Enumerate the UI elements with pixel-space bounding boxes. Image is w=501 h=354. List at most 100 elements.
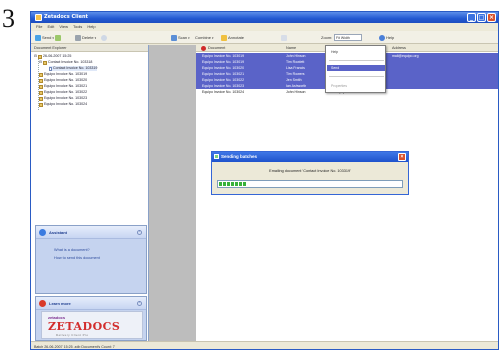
collapse-learn-button[interactable]: ⌃	[137, 301, 142, 306]
scan-label: Scan	[178, 35, 188, 40]
close-button[interactable]: ×	[487, 13, 496, 22]
menu-view[interactable]: View	[59, 23, 68, 31]
scan-button[interactable]: Scan ▾	[171, 33, 190, 42]
status-bar: Batch 26-06-2007 15:25 .zdb Document's C…	[31, 341, 498, 349]
tree-label: Equipo Invoice No. 103020	[44, 78, 88, 82]
chevron-down-icon: ▾	[94, 35, 97, 40]
table-cell-doc: Equipo Invoice No. 103024	[202, 90, 245, 94]
tree-label: Contact Invoice No. 103318	[48, 60, 93, 64]
zoom-label: Zoom:	[321, 35, 333, 40]
delete-label: Delete	[82, 35, 94, 40]
progress-fill	[219, 182, 247, 186]
folder-icon	[39, 96, 43, 101]
assistant-title: Assistant	[49, 230, 68, 235]
assistant-icon	[39, 229, 46, 236]
tree-label: 26-06-2007 15:25	[43, 54, 72, 58]
tree-label: Equipo Invoice No. 103024	[44, 102, 88, 106]
dialog-close-button[interactable]: ×	[398, 153, 406, 161]
explorer-header: Document Explorer	[31, 45, 148, 52]
delete-button[interactable]: Delete ▾	[75, 33, 96, 42]
help-icon	[379, 34, 385, 41]
send-icon	[214, 154, 219, 159]
app-icon	[35, 14, 42, 21]
tree-item[interactable]: Equipo Invoice No. 103021	[39, 84, 87, 89]
column-address[interactable]: Address	[392, 45, 406, 52]
learn-more-panel: Learn more ⌃ zetadocs ZETADOCS Delivery …	[35, 296, 147, 341]
menu-separator	[329, 60, 384, 61]
assistant-panel: Assistant ⌃ What is a document? How to s…	[35, 225, 147, 294]
title-bar[interactable]: Zetadocs Client _ □ ×	[31, 12, 498, 23]
dialog-title: Sending batches	[221, 154, 258, 159]
chevron-down-icon: ▾	[212, 35, 214, 40]
app-window: Zetadocs Client _ □ × File Edit View Too…	[30, 11, 499, 350]
help-button[interactable]: Help	[379, 33, 394, 42]
folder-icon	[43, 60, 48, 65]
menu-bar: File Edit View Tools Help	[31, 23, 498, 31]
menu-item-help[interactable]: Help	[331, 50, 338, 54]
tree-item[interactable]: Equipo Invoice No. 103019	[39, 72, 87, 77]
maximize-button[interactable]: □	[477, 13, 486, 22]
help-label: Help	[386, 35, 395, 40]
new-button[interactable]	[55, 33, 61, 42]
toolbar: Send ▾ Delete ▾ Scan ▾ Combine ▾ Annotat…	[31, 31, 498, 44]
menu-tools[interactable]: Tools	[73, 23, 82, 31]
zetadocs-logo[interactable]: zetadocs ZETADOCS Delivery Client Pro	[41, 311, 143, 339]
page-icon	[281, 34, 287, 41]
dialog-title-bar[interactable]: Sending batches ×	[212, 152, 408, 162]
page-button[interactable]	[281, 33, 287, 42]
logo-tagline: Delivery Client Pro	[56, 333, 89, 337]
learn-more-header[interactable]: Learn more	[36, 297, 146, 310]
send-label: Send	[42, 35, 52, 40]
send-icon	[35, 34, 41, 41]
tree-label: Equipo Invoice No. 103019	[44, 72, 88, 76]
logo-main-text: ZETADOCS	[48, 320, 121, 333]
menu-edit[interactable]: Edit	[47, 23, 54, 31]
tree-label: Contact Invoice No. 103319	[53, 66, 98, 70]
refresh-button[interactable]	[101, 33, 107, 42]
tree-item[interactable]: Equipo Invoice No. 103023	[39, 96, 87, 101]
column-document[interactable]: Document	[201, 45, 225, 52]
tree-item-batch[interactable]: ⊟ 26-06-2007 15:25	[34, 54, 71, 59]
column-name[interactable]: Name	[286, 45, 296, 52]
tree-item[interactable]: Equipo Invoice No. 103022	[39, 90, 87, 95]
collapse-icon: ⊟	[39, 60, 43, 64]
annotate-label: Annotate	[228, 35, 245, 40]
context-menu: Help Send Properties	[325, 45, 386, 93]
assistant-link[interactable]: How to send this document	[54, 256, 100, 260]
chevron-down-icon: ▾	[52, 35, 54, 40]
menu-separator	[329, 76, 384, 77]
menu-help[interactable]: Help	[87, 23, 95, 31]
folder-icon	[39, 102, 43, 107]
preview-gutter	[149, 45, 196, 341]
minimize-button[interactable]: _	[467, 13, 476, 22]
zoom-select[interactable]: Fit Width	[334, 34, 362, 41]
annotate-button[interactable]: Annotate	[221, 33, 244, 42]
assistant-link[interactable]: What is a document?	[54, 248, 90, 252]
sending-message: Emailing document 'Contact Invoice No. 1…	[269, 169, 351, 173]
learn-more-title: Learn more	[49, 301, 71, 306]
tree-label: Equipo Invoice No. 103023	[44, 96, 88, 100]
menu-file[interactable]: File	[36, 23, 42, 31]
tree-item[interactable]: Contact Invoice No. 103319	[49, 66, 98, 71]
tree-item[interactable]: Equipo Invoice No. 103024	[39, 102, 87, 107]
delete-icon	[75, 34, 81, 41]
collapse-icon: ⊟	[34, 54, 38, 58]
tree-item[interactable]: Equipo Invoice No. 103020	[39, 78, 87, 83]
menu-item-send[interactable]: Send	[331, 66, 339, 70]
menu-item-properties[interactable]: Properties	[331, 84, 347, 88]
send-button[interactable]: Send ▾	[35, 33, 54, 42]
chevron-down-icon: ▾	[188, 35, 190, 40]
sending-dialog: Sending batches × Emailing document 'Con…	[211, 151, 409, 195]
scanner-icon	[171, 34, 177, 41]
new-document-icon	[55, 34, 61, 41]
collapse-assistant-button[interactable]: ⌃	[137, 230, 142, 235]
tree-item[interactable]: ⊟ Contact Invoice No. 103318	[39, 60, 92, 65]
window-title: Zetadocs Client	[44, 14, 88, 20]
assistant-header[interactable]: Assistant	[36, 226, 146, 239]
combine-button[interactable]: Combine ▾	[195, 33, 214, 42]
progress-bar	[217, 180, 403, 188]
folder-icon	[39, 90, 43, 95]
refresh-icon	[101, 34, 107, 41]
annotate-icon	[221, 34, 227, 41]
folder-icon	[38, 54, 43, 59]
